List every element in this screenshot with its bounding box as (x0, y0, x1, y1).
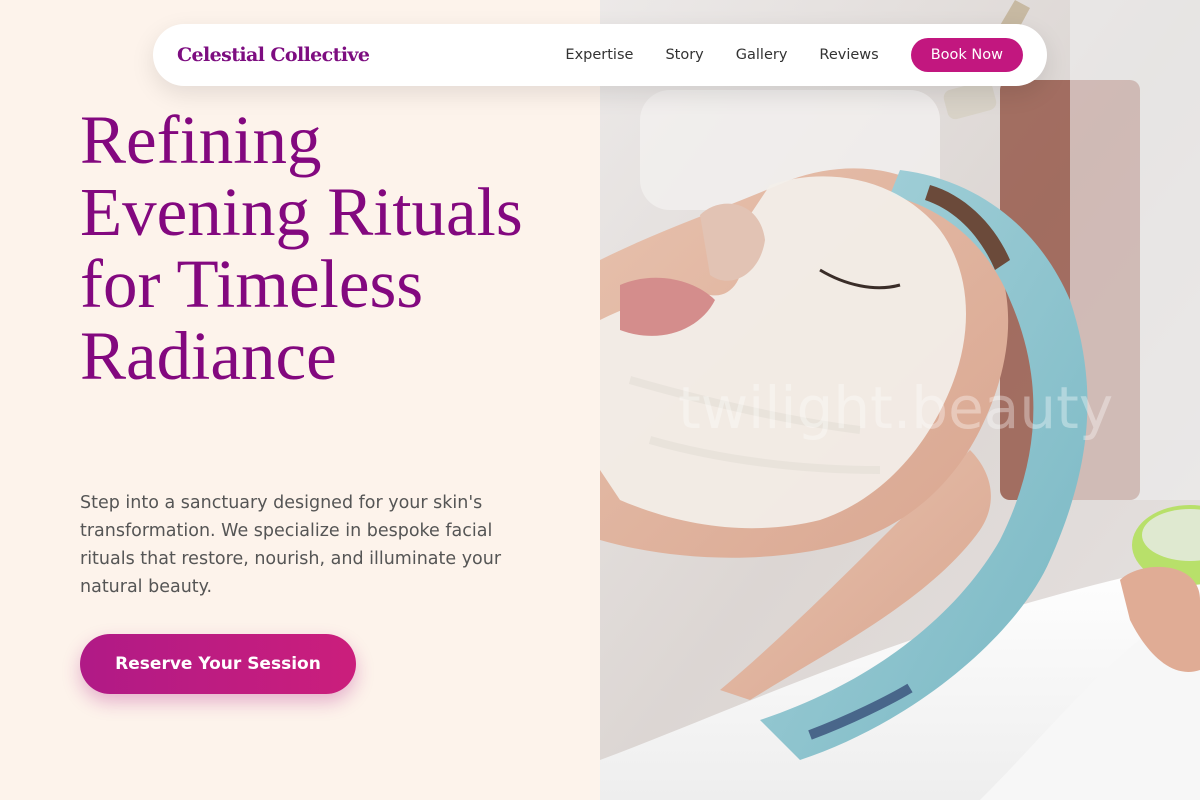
hero-image: twilight.beauty (600, 0, 1200, 800)
top-navbar: Celestial Collective Expertise Story Gal… (153, 24, 1047, 86)
nav-link-story[interactable]: Story (665, 47, 703, 63)
hero-title: Refining Evening Rituals for Timeless Ra… (80, 102, 523, 394)
brand-logo[interactable]: Celestial Collective (177, 44, 370, 66)
nav-link-gallery[interactable]: Gallery (736, 47, 788, 63)
book-now-button[interactable]: Book Now (910, 38, 1023, 72)
reserve-session-button[interactable]: Reserve Your Session (80, 634, 356, 694)
hero-description: Step into a sanctuary designed for your … (80, 493, 502, 597)
nav-link-expertise[interactable]: Expertise (565, 47, 633, 63)
watermark-text: twilight.beauty (678, 374, 1113, 442)
facial-treatment-photo: twilight.beauty (600, 0, 1200, 800)
nav-links: Expertise Story Gallery Reviews Book Now (565, 38, 1023, 72)
nav-link-reviews[interactable]: Reviews (819, 47, 878, 63)
